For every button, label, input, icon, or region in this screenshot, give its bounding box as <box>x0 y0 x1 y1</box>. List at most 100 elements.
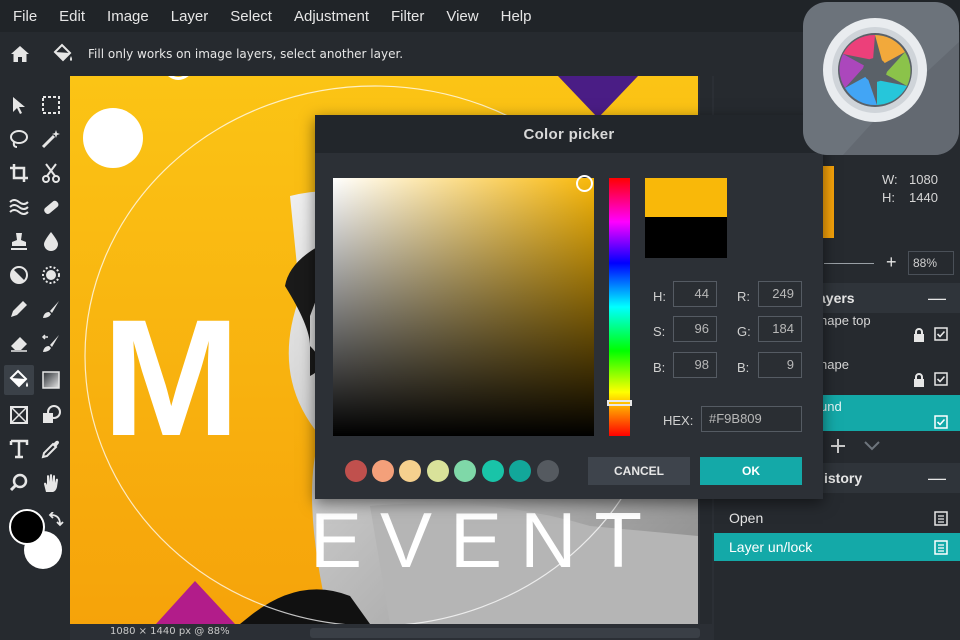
menu-select[interactable]: Select <box>230 8 272 25</box>
tool-move[interactable] <box>4 90 34 120</box>
visibility-checkbox-icon[interactable] <box>934 327 948 341</box>
history-item-selected[interactable]: Layer un/lock <box>714 533 960 561</box>
hue-slider-handle[interactable] <box>607 400 632 406</box>
blue-field[interactable]: 9 <box>758 352 802 378</box>
tool-dodge[interactable] <box>4 260 34 290</box>
tool-brush[interactable] <box>36 294 66 324</box>
add-layer-icon[interactable] <box>830 438 846 454</box>
tool-zoom[interactable] <box>4 468 34 498</box>
home-button[interactable] <box>0 32 40 76</box>
zoom-field[interactable]: 88% <box>908 251 954 275</box>
camera-aperture-logo-icon <box>823 18 959 155</box>
layer-name: hape <box>820 357 849 372</box>
tool-shapes[interactable] <box>36 400 66 430</box>
tool-clone[interactable] <box>4 226 34 256</box>
green-field[interactable]: 184 <box>758 316 802 342</box>
tool-crop[interactable] <box>4 158 34 188</box>
tool-fill[interactable] <box>4 365 34 395</box>
brightness-label: B: <box>653 360 666 375</box>
history-item[interactable]: Open <box>714 504 960 532</box>
menu-help[interactable]: Help <box>501 8 532 25</box>
hex-field[interactable]: #F9B809 <box>701 406 802 432</box>
zoom-in-button[interactable]: + <box>886 252 897 273</box>
preset-swatch-mint[interactable] <box>454 460 476 482</box>
preset-swatch-lime[interactable] <box>427 460 449 482</box>
saturation-field[interactable]: 96 <box>673 316 717 342</box>
gradient-icon <box>42 371 60 389</box>
menu-file[interactable]: File <box>13 8 37 25</box>
hue-label: H: <box>653 289 666 304</box>
tool-color-replace[interactable] <box>36 328 66 358</box>
height-label: H: <box>882 190 895 205</box>
cancel-button[interactable]: CANCEL <box>588 457 690 485</box>
menu-image[interactable]: Image <box>107 8 149 25</box>
chevron-down-icon[interactable] <box>864 440 880 452</box>
tool-type[interactable] <box>4 434 34 464</box>
preset-swatch-peach[interactable] <box>399 460 421 482</box>
preset-swatch-gray[interactable] <box>537 460 559 482</box>
tool-blur[interactable] <box>36 226 66 256</box>
color-picker-dialog: Color picker × H: 44 S: 96 B: 98 R: 249 … <box>315 115 823 499</box>
hue-slider[interactable] <box>609 178 630 436</box>
tool-hand[interactable] <box>36 468 66 498</box>
magic-wand-icon <box>41 130 60 149</box>
brush-replace-icon <box>41 334 59 352</box>
lock-icon[interactable] <box>913 328 925 342</box>
app-window: File Edit Image Layer Select Adjustment … <box>0 0 960 640</box>
tool-marquee[interactable] <box>36 90 66 120</box>
pencil-icon <box>11 301 27 317</box>
tool-healing[interactable] <box>36 192 66 222</box>
tool-eraser[interactable] <box>4 328 34 358</box>
preset-swatch-salmon[interactable] <box>372 460 394 482</box>
paint-bucket-icon <box>9 369 28 388</box>
visibility-checkbox-icon[interactable] <box>934 415 948 429</box>
ok-button[interactable]: OK <box>700 457 802 485</box>
paint-bucket-icon <box>53 43 72 62</box>
hue-field[interactable]: 44 <box>673 281 717 307</box>
preset-swatch-red[interactable] <box>345 460 367 482</box>
menu-filter[interactable]: Filter <box>391 8 424 25</box>
eraser-icon <box>11 337 27 352</box>
collapse-icon[interactable]: — <box>928 288 946 309</box>
preset-swatch-teal[interactable] <box>482 460 504 482</box>
saturation-brightness-handle[interactable] <box>576 175 593 192</box>
red-field[interactable]: 249 <box>758 281 802 307</box>
visibility-checkbox-icon[interactable] <box>934 372 948 386</box>
brightness-field[interactable]: 98 <box>673 352 717 378</box>
history-item-label: Open <box>729 510 764 526</box>
tool-liquify[interactable] <box>4 192 34 222</box>
tool-magic-wand[interactable] <box>36 124 66 154</box>
width-value: 1080 <box>909 172 938 187</box>
preset-swatch-dark-teal[interactable] <box>509 460 531 482</box>
menu-edit[interactable]: Edit <box>59 8 85 25</box>
history-panel-title: istory <box>824 470 863 486</box>
menu-view[interactable]: View <box>446 8 478 25</box>
crop-icon <box>10 164 28 182</box>
tool-lasso[interactable] <box>4 124 34 154</box>
tool-sponge[interactable] <box>36 260 66 290</box>
swap-colors-icon[interactable] <box>48 512 64 528</box>
width-label: W: <box>882 172 898 187</box>
lasso-icon <box>10 130 28 148</box>
tool-gradient[interactable] <box>36 365 66 395</box>
new-color-preview <box>645 178 727 217</box>
menu-layer[interactable]: Layer <box>171 8 209 25</box>
lock-icon[interactable] <box>913 373 925 387</box>
document-icon <box>934 511 948 526</box>
menu-adjustment[interactable]: Adjustment <box>294 8 369 25</box>
navigator-thumbnail <box>822 166 834 238</box>
tool-pencil[interactable] <box>4 294 34 324</box>
collapse-icon[interactable]: — <box>928 468 946 489</box>
blue-label: B: <box>737 360 750 375</box>
hand-icon <box>44 474 58 492</box>
tool-shape[interactable] <box>4 400 34 430</box>
marquee-select-icon <box>42 96 60 114</box>
foreground-color-swatch[interactable] <box>9 509 45 545</box>
saturation-brightness-field[interactable] <box>333 178 594 436</box>
tool-color-picker[interactable] <box>36 434 66 464</box>
arrow-pointer-icon <box>13 97 25 114</box>
tool-cut[interactable] <box>36 158 66 188</box>
horizontal-scrollbar[interactable] <box>310 628 700 638</box>
history-item-label: Layer un/lock <box>729 539 813 555</box>
zoom-slider-track[interactable] <box>824 263 874 264</box>
